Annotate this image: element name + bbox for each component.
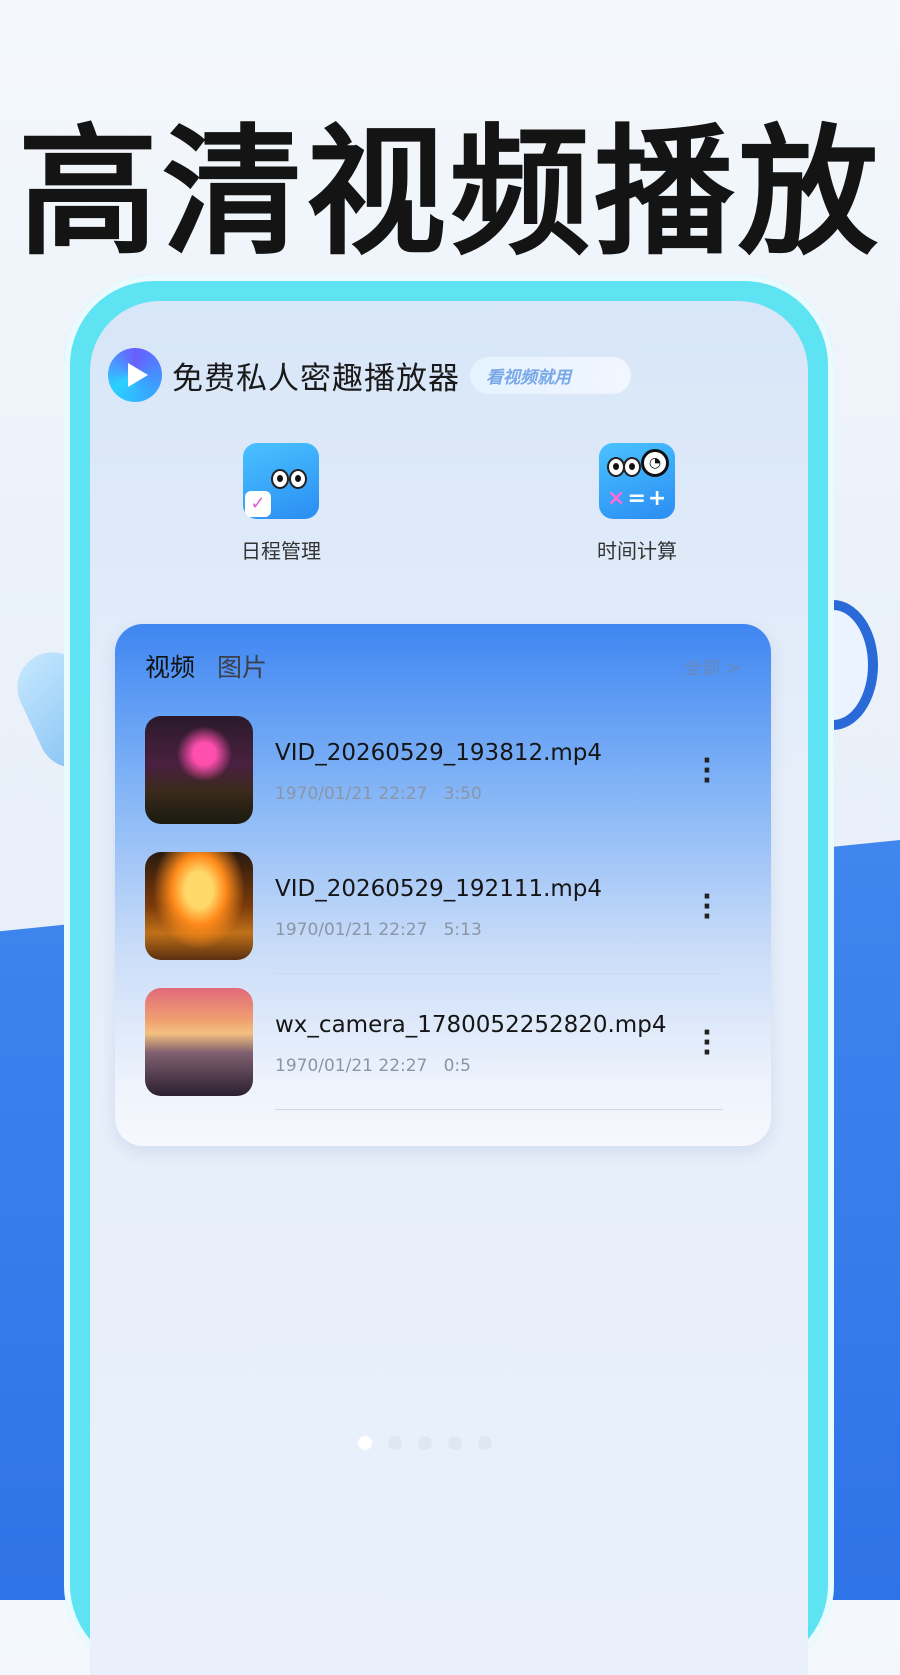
clock-calculator-icon: ◔ ×=+ <box>599 443 675 519</box>
video-date: 1970/01/21 22:27 <box>275 1056 428 1076</box>
shortcut-time-calc[interactable]: ◔ ×=+ 时间计算 <box>562 443 712 564</box>
more-options-icon[interactable]: · · · <box>697 884 717 930</box>
app-header: 免费私人密趣播放器 看视频就用 <box>108 347 631 403</box>
video-list-item[interactable]: VID_20260529_193812.mp4 1970/01/21 22:27… <box>145 716 723 826</box>
video-filename: wx_camera_1780052252820.mp4 <box>275 1012 667 1038</box>
view-all-link[interactable]: 全部 > <box>684 654 741 680</box>
calendar-check-icon: ✓ <box>243 443 319 519</box>
shortcut-label: 时间计算 <box>597 539 677 563</box>
video-meta: 1970/01/21 22:27 0:5 <box>275 1056 471 1076</box>
phone-frame: 免费私人密趣播放器 看视频就用 ✓ 日程管理 ◔ ×=+ 时间计算 视频 图片 … <box>64 275 834 1675</box>
more-options-icon[interactable]: · · · <box>697 748 717 794</box>
more-options-icon[interactable]: · · · <box>697 1020 717 1066</box>
shortcut-schedule[interactable]: ✓ 日程管理 <box>206 443 356 564</box>
page-dot[interactable] <box>478 1436 492 1450</box>
video-duration: 5:13 <box>443 920 482 940</box>
video-thumbnail <box>145 716 253 824</box>
page-indicator <box>358 1436 492 1450</box>
row-divider <box>275 1109 723 1110</box>
app-badge: 看视频就用 <box>470 356 631 394</box>
page-dot[interactable] <box>418 1436 432 1450</box>
video-date: 1970/01/21 22:27 <box>275 784 428 804</box>
video-duration: 0:5 <box>443 1056 471 1076</box>
video-thumbnail <box>145 988 253 1096</box>
video-meta: 1970/01/21 22:27 5:13 <box>275 920 482 940</box>
row-divider <box>275 973 723 974</box>
promo-headline: 高清视频播放 <box>17 112 882 275</box>
app-logo-play-icon <box>108 348 162 402</box>
video-filename: VID_20260529_193812.mp4 <box>275 740 603 766</box>
page-dot[interactable] <box>448 1436 462 1450</box>
media-tabs: 视频 图片 <box>142 648 267 684</box>
app-title: 免费私人密趣播放器 <box>172 360 460 397</box>
video-filename: VID_20260529_192111.mp4 <box>275 876 603 902</box>
page-dot[interactable] <box>388 1436 402 1450</box>
shortcut-label: 日程管理 <box>241 539 321 563</box>
video-thumbnail <box>145 852 253 960</box>
video-list-item[interactable]: VID_20260529_192111.mp4 1970/01/21 22:27… <box>145 852 723 974</box>
video-meta: 1970/01/21 22:27 3:50 <box>275 784 482 804</box>
video-list-item[interactable]: wx_camera_1780052252820.mp4 1970/01/21 2… <box>145 988 723 1110</box>
tab-image[interactable]: 图片 <box>217 648 267 684</box>
video-duration: 3:50 <box>443 784 482 804</box>
tab-video[interactable]: 视频 <box>142 648 196 684</box>
media-list-card: 视频 图片 全部 > VID_20260529_193812.mp4 1970/… <box>115 624 771 1146</box>
video-date: 1970/01/21 22:27 <box>275 920 428 940</box>
phone-screen: 免费私人密趣播放器 看视频就用 ✓ 日程管理 ◔ ×=+ 时间计算 视频 图片 … <box>90 301 808 1675</box>
page-dot[interactable] <box>358 1436 372 1450</box>
